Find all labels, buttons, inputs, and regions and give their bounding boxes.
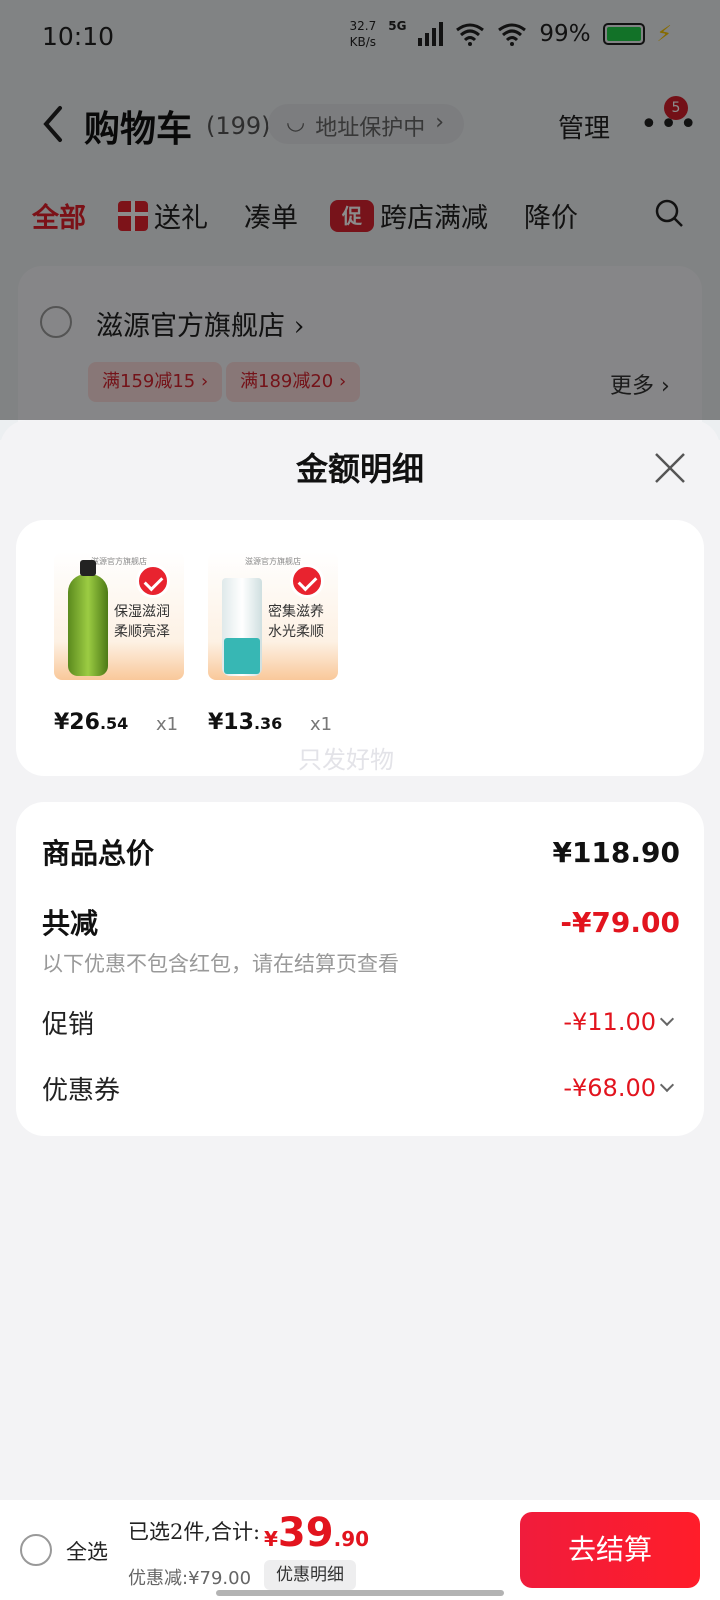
item-qty: x1 [156,714,179,735]
item-price: ¥26.54 [54,710,129,735]
select-all-radio[interactable] [20,1534,52,1566]
promotion-label: 促销 [42,1010,95,1040]
list-item[interactable]: 滋源官方旗舰店 保湿滋润柔顺亮泽 ¥26.54 x1 [54,552,194,735]
coupon-value[interactable]: -¥68.00 [563,1074,675,1102]
product-label: 保湿滋润柔顺亮泽 [114,604,170,640]
dim-overlay[interactable] [0,0,720,420]
sheet-title: 金额明细 [295,450,424,488]
coupon-label: 优惠券 [42,1076,121,1106]
checkout-button[interactable]: 去结算 [520,1512,700,1588]
chevron-down-icon [659,1011,675,1027]
discount-text: 优惠减:¥79.00 [128,1568,252,1589]
promotion-value[interactable]: -¥11.00 [563,1008,675,1036]
checkout-bar: 全选 已选2件,合计: ¥39.90 优惠减:¥79.00 优惠明细 去结算 [0,1500,720,1600]
chevron-down-icon [659,1077,675,1093]
shampoo-bottle-image [68,560,108,676]
total-reduction-label: 共减 [42,907,99,940]
watermark: 只发好物 [298,746,394,774]
reduction-note: 以下优惠不包含红包，请在结算页查看 [42,952,399,976]
selected-count-text: 已选2件,合计: [128,1520,261,1544]
item-price: ¥13.36 [208,710,283,735]
product-thumbnail: 滋源官方旗舰店 密集滋养水光柔顺 [208,552,338,680]
check-icon [290,564,324,598]
total-reduction-value: -¥79.00 [560,906,680,939]
total-price-value: ¥118.90 [552,836,680,869]
home-indicator [216,1590,504,1596]
product-thumbnail: 滋源官方旗舰店 保湿滋润柔顺亮泽 [54,552,184,680]
conditioner-tube-image [222,578,262,676]
close-icon[interactable] [652,450,688,486]
total-price-label: 商品总价 [42,837,155,870]
total-amount: ¥39.90 [264,1510,370,1556]
selected-items-card: 滋源官方旗舰店 保湿滋润柔顺亮泽 ¥26.54 x1 滋源官方旗舰店 密集滋养水… [16,520,704,776]
product-label: 密集滋养水光柔顺 [268,604,324,640]
price-summary-card: 商品总价 ¥118.90 共减 -¥79.00 以下优惠不包含红包，请在结算页查… [16,802,704,1136]
list-item[interactable]: 滋源官方旗舰店 密集滋养水光柔顺 ¥13.36 x1 [208,552,348,735]
select-all-label[interactable]: 全选 [66,1536,108,1566]
check-icon [136,564,170,598]
amount-detail-sheet: 金额明细 滋源官方旗舰店 保湿滋润柔顺亮泽 ¥26.54 x1 滋源官方旗舰店 … [0,420,720,1600]
item-qty: x1 [310,714,333,735]
discount-detail-button[interactable]: 优惠明细 [264,1560,356,1590]
